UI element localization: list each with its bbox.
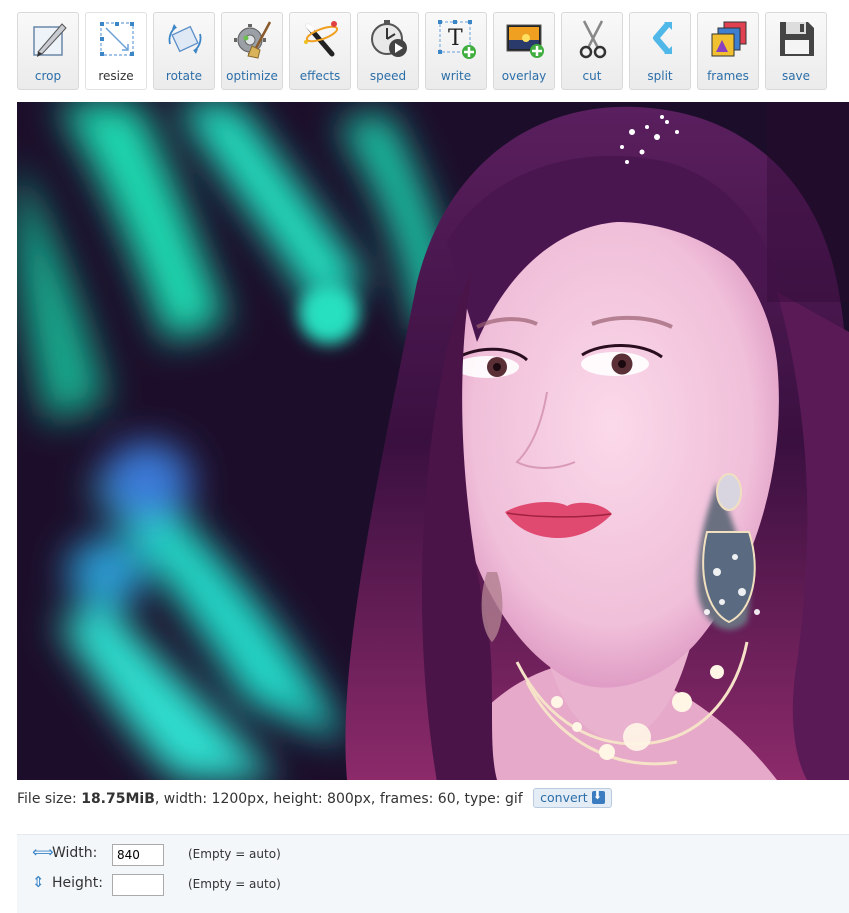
height-row: ⇕ Height: (Empty = auto) xyxy=(32,873,281,899)
speed-button[interactable]: speed xyxy=(357,12,419,90)
file-details: , width: 1200px, height: 800px, frames: … xyxy=(154,791,523,807)
convert-button[interactable]: convert xyxy=(533,788,612,808)
frames-icon xyxy=(711,21,747,57)
tool-label: resize xyxy=(98,69,134,83)
cut-button[interactable]: cut xyxy=(561,12,623,90)
svg-text:T: T xyxy=(448,26,463,51)
download-icon xyxy=(591,789,605,804)
write-button[interactable]: T write xyxy=(425,12,487,90)
cut-icon xyxy=(579,20,607,59)
resize-form: ⟺Width: (Empty = auto) ⇕ Height: (Empty =… xyxy=(17,834,849,913)
tool-label: rotate xyxy=(165,69,203,83)
optimize-button[interactable]: optimize xyxy=(221,12,283,90)
save-icon xyxy=(780,22,814,56)
rotate-button[interactable]: rotate xyxy=(153,12,215,90)
width-label: Width: xyxy=(52,845,98,861)
toolbar: crop resize rotate optimize effects spee… xyxy=(17,12,835,92)
horizontal-resize-icon: ⟺ xyxy=(32,843,54,861)
tool-label: cut xyxy=(582,69,602,83)
crop-button[interactable]: crop xyxy=(17,12,79,90)
height-hint: (Empty = auto) xyxy=(188,877,281,891)
effects-button[interactable]: effects xyxy=(289,12,351,90)
preview-image xyxy=(17,102,849,780)
frames-button[interactable]: frames xyxy=(697,12,759,90)
width-hint: (Empty = auto) xyxy=(188,847,281,861)
split-button[interactable]: split xyxy=(629,12,691,90)
tool-label: write xyxy=(440,69,472,83)
tool-label: overlay xyxy=(501,69,547,83)
height-input[interactable] xyxy=(112,874,164,896)
file-size-prefix: File size: xyxy=(17,791,82,807)
resize-icon xyxy=(100,22,134,56)
optimize-icon xyxy=(234,21,272,59)
height-label: Height: xyxy=(52,875,103,891)
width-input[interactable] xyxy=(112,844,164,866)
rotate-icon xyxy=(168,24,202,54)
tool-label: crop xyxy=(34,69,62,83)
tool-label: frames xyxy=(707,69,749,83)
file-size-value: 18.75MiB xyxy=(81,791,155,807)
tool-label: save xyxy=(781,69,811,83)
overlay-button[interactable]: overlay xyxy=(493,12,555,90)
width-row: ⟺Width: (Empty = auto) xyxy=(32,843,281,869)
crop-icon xyxy=(33,23,67,57)
write-icon: T xyxy=(438,20,476,59)
tool-label: split xyxy=(647,69,673,83)
speed-icon xyxy=(371,20,407,57)
save-button[interactable]: save xyxy=(765,12,827,90)
tool-label: optimize xyxy=(226,69,278,83)
file-info: File size: 18.75MiB, width: 1200px, heig… xyxy=(17,788,612,809)
overlay-icon xyxy=(506,24,544,58)
split-icon xyxy=(653,22,672,54)
tool-label: speed xyxy=(369,69,407,83)
effects-icon xyxy=(304,21,339,57)
gif-preview xyxy=(17,102,849,780)
resize-button[interactable]: resize xyxy=(85,12,147,90)
tool-label: effects xyxy=(299,69,341,83)
convert-label: convert xyxy=(540,790,588,805)
vertical-resize-icon: ⇕ xyxy=(32,873,45,891)
